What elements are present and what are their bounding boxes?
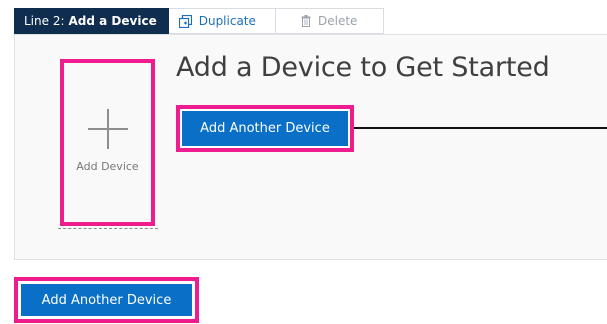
page-title: Add a Device to Get Started bbox=[176, 52, 550, 83]
add-device-card[interactable]: Add Device bbox=[60, 59, 155, 226]
delete-button[interactable]: Delete bbox=[275, 8, 384, 34]
footer-button-highlight: Add Another Device bbox=[14, 277, 199, 323]
plus-icon bbox=[87, 109, 128, 149]
duplicate-icon bbox=[178, 14, 192, 28]
add-device-label: Add Device bbox=[76, 160, 139, 173]
duplicate-label: Duplicate bbox=[198, 14, 256, 28]
page: Line 2: Add a Device Duplicate Delete Ad… bbox=[0, 0, 607, 324]
tab-line-prefix: Line 2: bbox=[24, 14, 65, 28]
connector-line bbox=[354, 127, 607, 129]
delete-label: Delete bbox=[318, 14, 358, 28]
tab-line-2-active[interactable]: Line 2: Add a Device bbox=[14, 8, 169, 34]
add-another-device-button[interactable]: Add Another Device bbox=[182, 111, 348, 146]
inline-button-highlight: Add Another Device bbox=[176, 105, 354, 152]
duplicate-button[interactable]: Duplicate bbox=[168, 8, 276, 34]
tab-line-name: Add a Device bbox=[68, 14, 157, 28]
add-another-device-footer-button[interactable]: Add Another Device bbox=[21, 284, 192, 316]
trash-icon bbox=[301, 15, 311, 27]
card-divider bbox=[58, 228, 158, 229]
tab-bar: Line 2: Add a Device Duplicate Delete bbox=[14, 8, 384, 34]
